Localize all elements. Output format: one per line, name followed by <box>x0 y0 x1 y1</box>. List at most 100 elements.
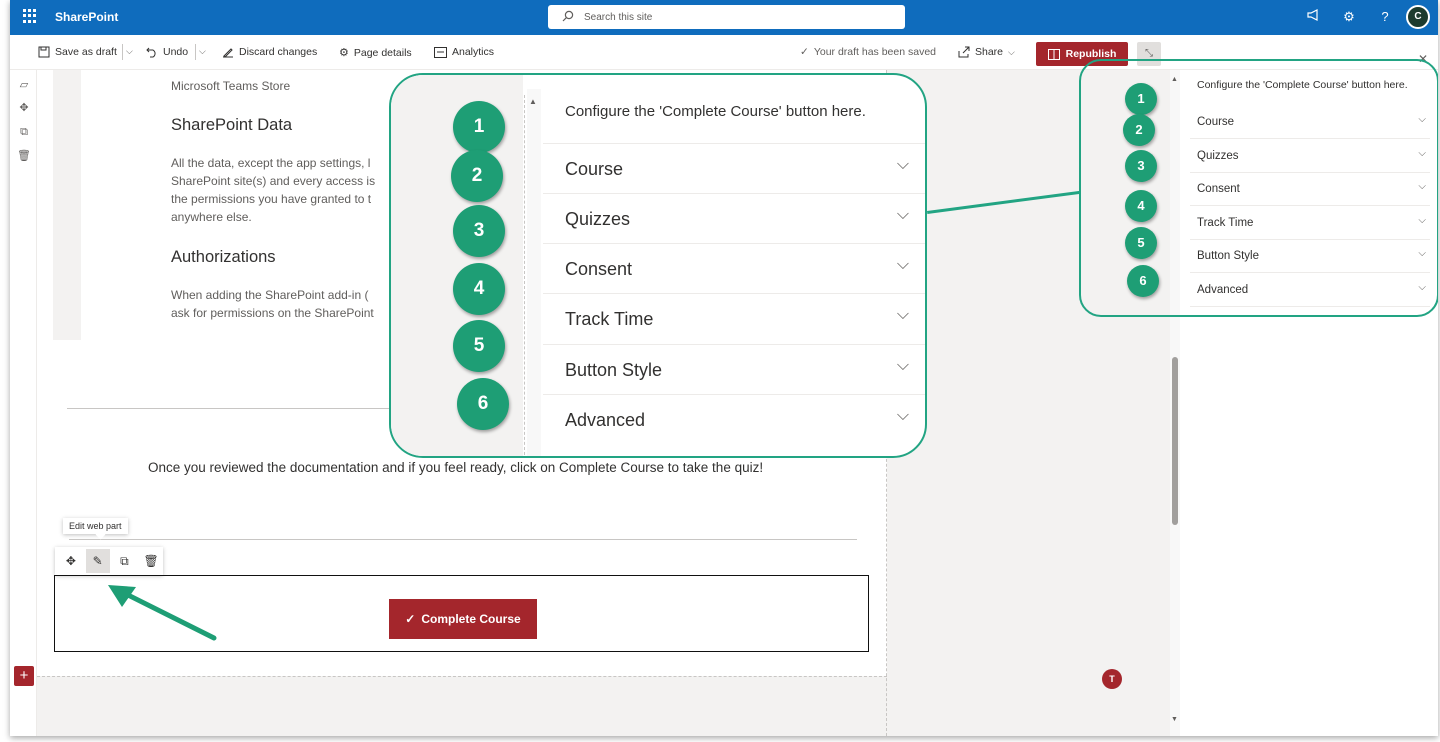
discard-changes-button[interactable]: Discard changes <box>222 46 317 58</box>
page-details-button[interactable]: ⚙ Page details <box>339 46 412 60</box>
chevron-down-icon: ⌵ <box>1008 46 1015 57</box>
chevron-down-icon: ⌵ <box>896 357 909 374</box>
zoom-pane-title: Configure the 'Complete Course' button h… <box>565 103 866 120</box>
doc-text-line: the permissions you have granted to t <box>171 192 372 206</box>
chevron-down-icon[interactable]: ⌵ <box>199 46 206 57</box>
left-toolbar: ▱ ✥ ⧉ 🗑 + <box>10 70 37 736</box>
app-launcher-icon[interactable] <box>23 9 37 23</box>
step-badge: 1 <box>1125 83 1157 115</box>
chevron-down-icon[interactable]: ⌵ <box>126 46 133 57</box>
page-details-label: Page details <box>353 46 412 59</box>
save-as-draft-label: Save as draft <box>55 46 117 58</box>
scroll-up-icon: ▲ <box>529 97 537 106</box>
share-icon <box>958 46 970 58</box>
app-name[interactable]: SharePoint <box>55 10 118 24</box>
analytics-icon <box>434 46 447 58</box>
step-badge: 5 <box>453 320 505 372</box>
zoom-section-course: Course ⌵ <box>543 143 925 193</box>
doc-text-line: Microsoft Teams Store <box>171 79 291 93</box>
doc-text-line: anywhere else. <box>171 210 252 224</box>
delete-icon[interactable]: 🗑 <box>17 149 31 163</box>
book-icon <box>1047 48 1060 60</box>
undo-icon <box>146 47 156 58</box>
undo-label: Undo <box>163 46 189 58</box>
doc-text-line: ask for permissions on the SharePoint <box>171 306 374 320</box>
search-input[interactable] <box>584 9 884 25</box>
analytics-label: Analytics <box>452 46 495 58</box>
chevron-down-icon: ⌵ <box>896 407 909 424</box>
discard-icon <box>223 48 233 58</box>
step-badge: 2 <box>451 150 503 202</box>
chevron-down-icon: ⌵ <box>896 156 909 173</box>
analytics-button[interactable]: Analytics <box>434 46 494 58</box>
zoom-section-label: Course <box>565 159 624 179</box>
chevron-down-icon: ⌵ <box>896 306 909 323</box>
callout-connector-line <box>927 190 1081 214</box>
step-badge: 3 <box>1125 150 1157 182</box>
divider <box>524 95 525 456</box>
doc-text-line: SharePoint site(s) and every access is <box>171 174 376 188</box>
step-badge: 6 <box>457 378 509 430</box>
gear-icon: ⚙ <box>339 47 349 59</box>
checkmark-icon: ✓ <box>800 46 809 58</box>
edit-web-part-tooltip: Edit web part <box>63 518 128 534</box>
complete-course-button[interactable]: ✓ Complete Course <box>389 599 537 639</box>
canvas-section-boundary <box>37 676 887 736</box>
zoom-section-label: Button Style <box>565 360 663 380</box>
save-icon <box>38 46 50 58</box>
step-badge: 6 <box>1127 265 1159 297</box>
draft-status: ✓ Your draft has been saved <box>800 46 936 58</box>
zoom-section-label: Advanced <box>565 410 646 430</box>
suite-bar: SharePoint ⚙ ? C <box>10 0 1438 35</box>
sharepoint-window: SharePoint ⚙ ? C Save as draft ⌵ Undo ⌵ … <box>10 0 1438 736</box>
doc-heading-sharepoint-data: SharePoint Data <box>171 116 293 134</box>
zoom-section-label: Consent <box>565 259 633 279</box>
teams-icon[interactable]: T <box>1102 669 1122 689</box>
doc-text-line: When adding the SharePoint add-in ( <box>171 288 369 302</box>
step-badge: 2 <box>1123 114 1155 146</box>
move-icon[interactable]: ✥ <box>17 101 31 115</box>
section-background <box>53 70 81 340</box>
zoom-section-label: Track Time <box>565 309 654 329</box>
doc-text-line: All the data, except the app settings, l <box>171 156 371 170</box>
user-avatar[interactable]: C <box>1406 5 1430 29</box>
zoom-section-consent: Consent ⌵ <box>543 243 925 293</box>
comment-icon[interactable]: ▱ <box>17 78 31 92</box>
scroll-down-icon[interactable]: ▼ <box>1171 716 1178 723</box>
zoom-scrollbar <box>527 89 541 456</box>
delete-icon[interactable]: 🗑 <box>139 549 163 573</box>
web-part-toolbar: ✥ ✎ ⧉ 🗑 <box>55 547 163 575</box>
step-badge: 1 <box>453 101 505 153</box>
zoom-section-label: Quizzes <box>565 209 631 229</box>
edit-pencil-icon[interactable]: ✎ <box>85 549 110 573</box>
step-badge: 4 <box>1125 190 1157 222</box>
undo-button[interactable]: Undo <box>146 46 188 58</box>
instruction-text: Once you reviewed the documentation and … <box>148 460 764 475</box>
settings-gear-icon[interactable]: ⚙ <box>1340 8 1358 26</box>
draft-status-label: Your draft has been saved <box>813 46 937 58</box>
zoom-section-button-style: Button Style ⌵ <box>543 344 925 394</box>
divider <box>122 44 123 60</box>
divider <box>69 539 857 540</box>
move-icon[interactable]: ✥ <box>59 549 83 573</box>
save-as-draft-button[interactable]: Save as draft <box>38 46 117 58</box>
zoom-section-advanced: Advanced ⌵ <box>543 394 925 444</box>
search-icon <box>562 10 574 22</box>
scrollbar-thumb[interactable] <box>1172 357 1178 525</box>
duplicate-icon[interactable]: ⧉ <box>17 125 31 139</box>
chevron-down-icon: ⌵ <box>896 256 909 273</box>
search-box[interactable] <box>548 5 905 29</box>
divider <box>195 44 196 60</box>
zoom-section-quizzes: Quizzes ⌵ <box>543 193 925 243</box>
share-button[interactable]: Share ⌵ <box>958 46 1015 58</box>
step-badge: 3 <box>453 205 505 257</box>
help-icon[interactable]: ? <box>1376 8 1394 26</box>
duplicate-icon[interactable]: ⧉ <box>113 549 137 573</box>
complete-course-label: Complete Course <box>421 612 521 626</box>
step-badge: 5 <box>1125 227 1157 259</box>
step-badge: 4 <box>453 263 505 315</box>
add-section-button[interactable]: + <box>14 666 34 686</box>
megaphone-icon[interactable] <box>1304 8 1322 26</box>
chevron-down-icon: ⌵ <box>896 206 909 223</box>
checkmark-icon: ✓ <box>405 612 416 626</box>
